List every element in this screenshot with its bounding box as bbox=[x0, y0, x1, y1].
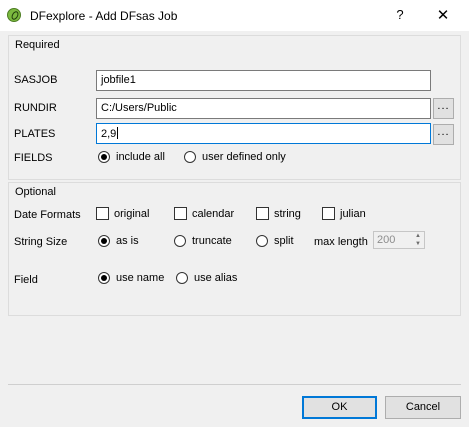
dialog-body: Required SASJOB jobfile1 RUNDIR C:/Users… bbox=[0, 31, 469, 427]
checkbox-box bbox=[322, 207, 335, 220]
date-julian-checkbox[interactable]: julian bbox=[322, 207, 366, 220]
optional-group-title: Optional bbox=[15, 186, 56, 198]
radio-indicator bbox=[98, 151, 110, 163]
max-length-spinbox[interactable]: 200 ▲ ▼ bbox=[373, 231, 425, 249]
date-calendar-label: calendar bbox=[192, 207, 235, 220]
fields-user-defined-label: user defined only bbox=[202, 151, 286, 163]
date-string-label: string bbox=[274, 207, 301, 220]
string-as-is-label: as is bbox=[116, 235, 139, 247]
spin-down-icon[interactable]: ▼ bbox=[412, 240, 424, 248]
date-julian-label: julian bbox=[340, 207, 366, 220]
plates-browse-button[interactable]: ... bbox=[433, 124, 454, 145]
fields-user-defined-radio[interactable]: user defined only bbox=[184, 151, 286, 163]
optional-group: Optional bbox=[8, 182, 461, 316]
title-bar[interactable]: DFexplore - Add DFsas Job ? ✕ bbox=[0, 0, 469, 31]
rundir-input[interactable]: C:/Users/Public bbox=[96, 98, 431, 119]
text-caret bbox=[117, 127, 119, 139]
dfexplore-app-icon bbox=[7, 8, 21, 22]
rundir-browse-button[interactable]: ... bbox=[433, 98, 454, 119]
close-button[interactable]: ✕ bbox=[431, 6, 455, 26]
plates-input[interactable]: 2,9 bbox=[96, 123, 431, 144]
max-length-label: max length bbox=[314, 236, 368, 248]
sasjob-label: SASJOB bbox=[14, 74, 58, 86]
cancel-button[interactable]: Cancel bbox=[385, 396, 461, 419]
string-truncate-radio[interactable]: truncate bbox=[174, 235, 232, 247]
button-separator bbox=[8, 384, 461, 385]
string-as-is-radio[interactable]: as is bbox=[98, 235, 139, 247]
checkbox-box bbox=[256, 207, 269, 220]
field-label: Field bbox=[14, 274, 38, 286]
window-title: DFexplore - Add DFsas Job bbox=[30, 9, 178, 23]
field-use-alias-radio[interactable]: use alias bbox=[176, 272, 237, 284]
radio-indicator bbox=[98, 272, 110, 284]
fields-label: FIELDS bbox=[14, 152, 53, 164]
checkbox-box bbox=[174, 207, 187, 220]
fields-include-all-label: include all bbox=[116, 151, 165, 163]
plates-label: PLATES bbox=[14, 128, 56, 140]
string-split-radio[interactable]: split bbox=[256, 235, 294, 247]
string-split-label: split bbox=[274, 235, 294, 247]
field-use-alias-label: use alias bbox=[194, 272, 238, 284]
radio-indicator bbox=[98, 235, 110, 247]
string-size-label: String Size bbox=[14, 236, 68, 248]
date-calendar-checkbox[interactable]: calendar bbox=[174, 207, 234, 220]
radio-indicator bbox=[174, 235, 186, 247]
required-group-title: Required bbox=[15, 39, 60, 51]
plates-value: 2,9 bbox=[101, 128, 117, 140]
checkbox-box bbox=[96, 207, 109, 220]
date-string-checkbox[interactable]: string bbox=[256, 207, 301, 220]
rundir-label: RUNDIR bbox=[14, 102, 57, 114]
max-length-value: 200 bbox=[377, 234, 396, 246]
sasjob-input[interactable]: jobfile1 bbox=[96, 70, 431, 91]
date-formats-label: Date Formats bbox=[14, 209, 81, 221]
radio-indicator bbox=[184, 151, 196, 163]
radio-indicator bbox=[176, 272, 188, 284]
string-truncate-label: truncate bbox=[192, 235, 232, 247]
date-original-checkbox[interactable]: original bbox=[96, 207, 149, 220]
fields-include-all-radio[interactable]: include all bbox=[98, 151, 165, 163]
field-use-name-radio[interactable]: use name bbox=[98, 272, 164, 284]
help-button[interactable]: ? bbox=[390, 7, 410, 25]
radio-indicator bbox=[256, 235, 268, 247]
ok-button[interactable]: OK bbox=[302, 396, 377, 419]
date-original-label: original bbox=[114, 207, 150, 220]
field-use-name-label: use name bbox=[116, 272, 165, 284]
spin-up-icon[interactable]: ▲ bbox=[412, 232, 424, 240]
